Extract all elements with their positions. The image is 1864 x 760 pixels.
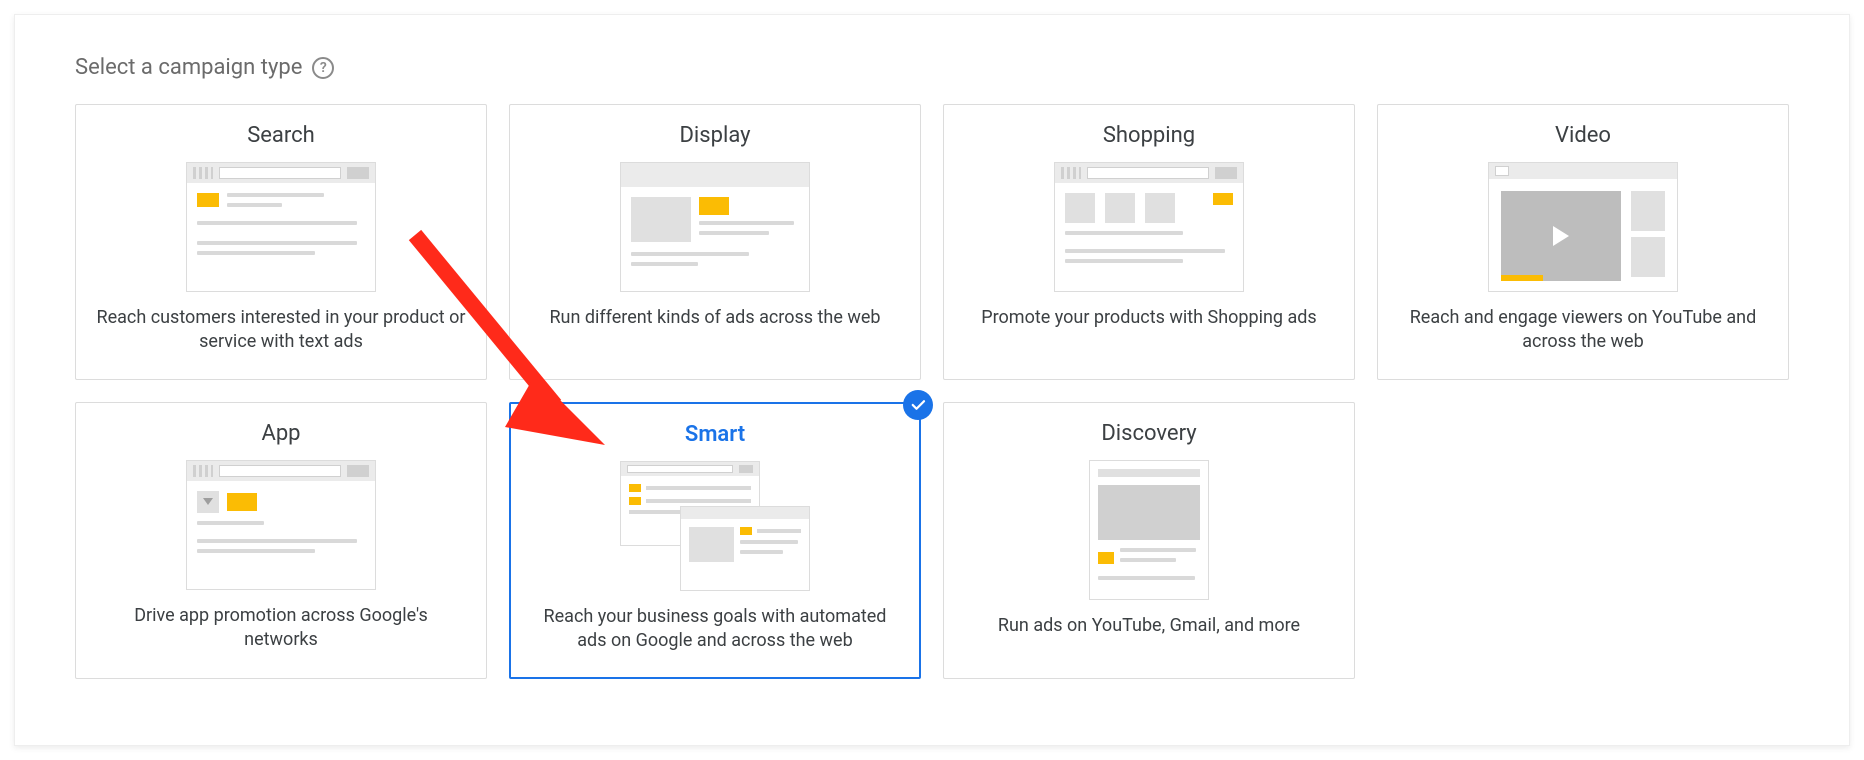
campaign-card-discovery[interactable]: Discovery Run ads on YouTube, Gmail, and…: [943, 402, 1355, 680]
card-desc: Reach and engage viewers on YouTube and …: [1398, 306, 1768, 355]
card-title: Shopping: [1103, 123, 1195, 148]
card-title: Discovery: [1101, 421, 1196, 446]
card-title: Display: [679, 123, 750, 148]
campaign-card-app[interactable]: App Drive app promotion across Google's …: [75, 402, 487, 680]
selected-check-icon: [903, 390, 933, 420]
section-heading: Select a campaign type: [75, 55, 302, 80]
campaign-type-grid: Search Reach customers interested in you…: [75, 104, 1789, 679]
card-desc: Drive app promotion across Google's netw…: [96, 604, 466, 653]
shopping-illustration: [1054, 162, 1244, 292]
heading-row: Select a campaign type ?: [75, 55, 1789, 80]
campaign-card-video[interactable]: Video Reach and engage viewers on YouTub…: [1377, 104, 1789, 380]
card-desc: Reach customers interested in your produ…: [96, 306, 466, 355]
card-desc: Promote your products with Shopping ads: [981, 306, 1316, 330]
play-icon: [1553, 226, 1569, 246]
card-title: App: [261, 421, 300, 446]
discovery-illustration: [1089, 460, 1209, 600]
display-illustration: [620, 162, 810, 292]
campaign-card-shopping[interactable]: Shopping Promote your products with Shop…: [943, 104, 1355, 380]
card-title: Search: [247, 123, 315, 148]
card-desc: Reach your business goals with automated…: [531, 605, 899, 654]
help-icon[interactable]: ?: [312, 57, 334, 79]
card-desc: Run ads on YouTube, Gmail, and more: [998, 614, 1300, 638]
campaign-card-display[interactable]: Display Run different kinds of ads acros…: [509, 104, 921, 380]
card-title: Video: [1555, 123, 1611, 148]
download-icon: [197, 491, 219, 513]
campaign-card-search[interactable]: Search Reach customers interested in you…: [75, 104, 487, 380]
card-title: Smart: [685, 422, 745, 447]
campaign-card-smart[interactable]: Smart: [509, 402, 921, 680]
app-illustration: [186, 460, 376, 590]
search-illustration: [186, 162, 376, 292]
smart-illustration: [620, 461, 810, 591]
card-desc: Run different kinds of ads across the we…: [549, 306, 880, 330]
campaign-type-panel: Select a campaign type ? Search Reach cu…: [14, 14, 1850, 746]
video-illustration: [1488, 162, 1678, 292]
